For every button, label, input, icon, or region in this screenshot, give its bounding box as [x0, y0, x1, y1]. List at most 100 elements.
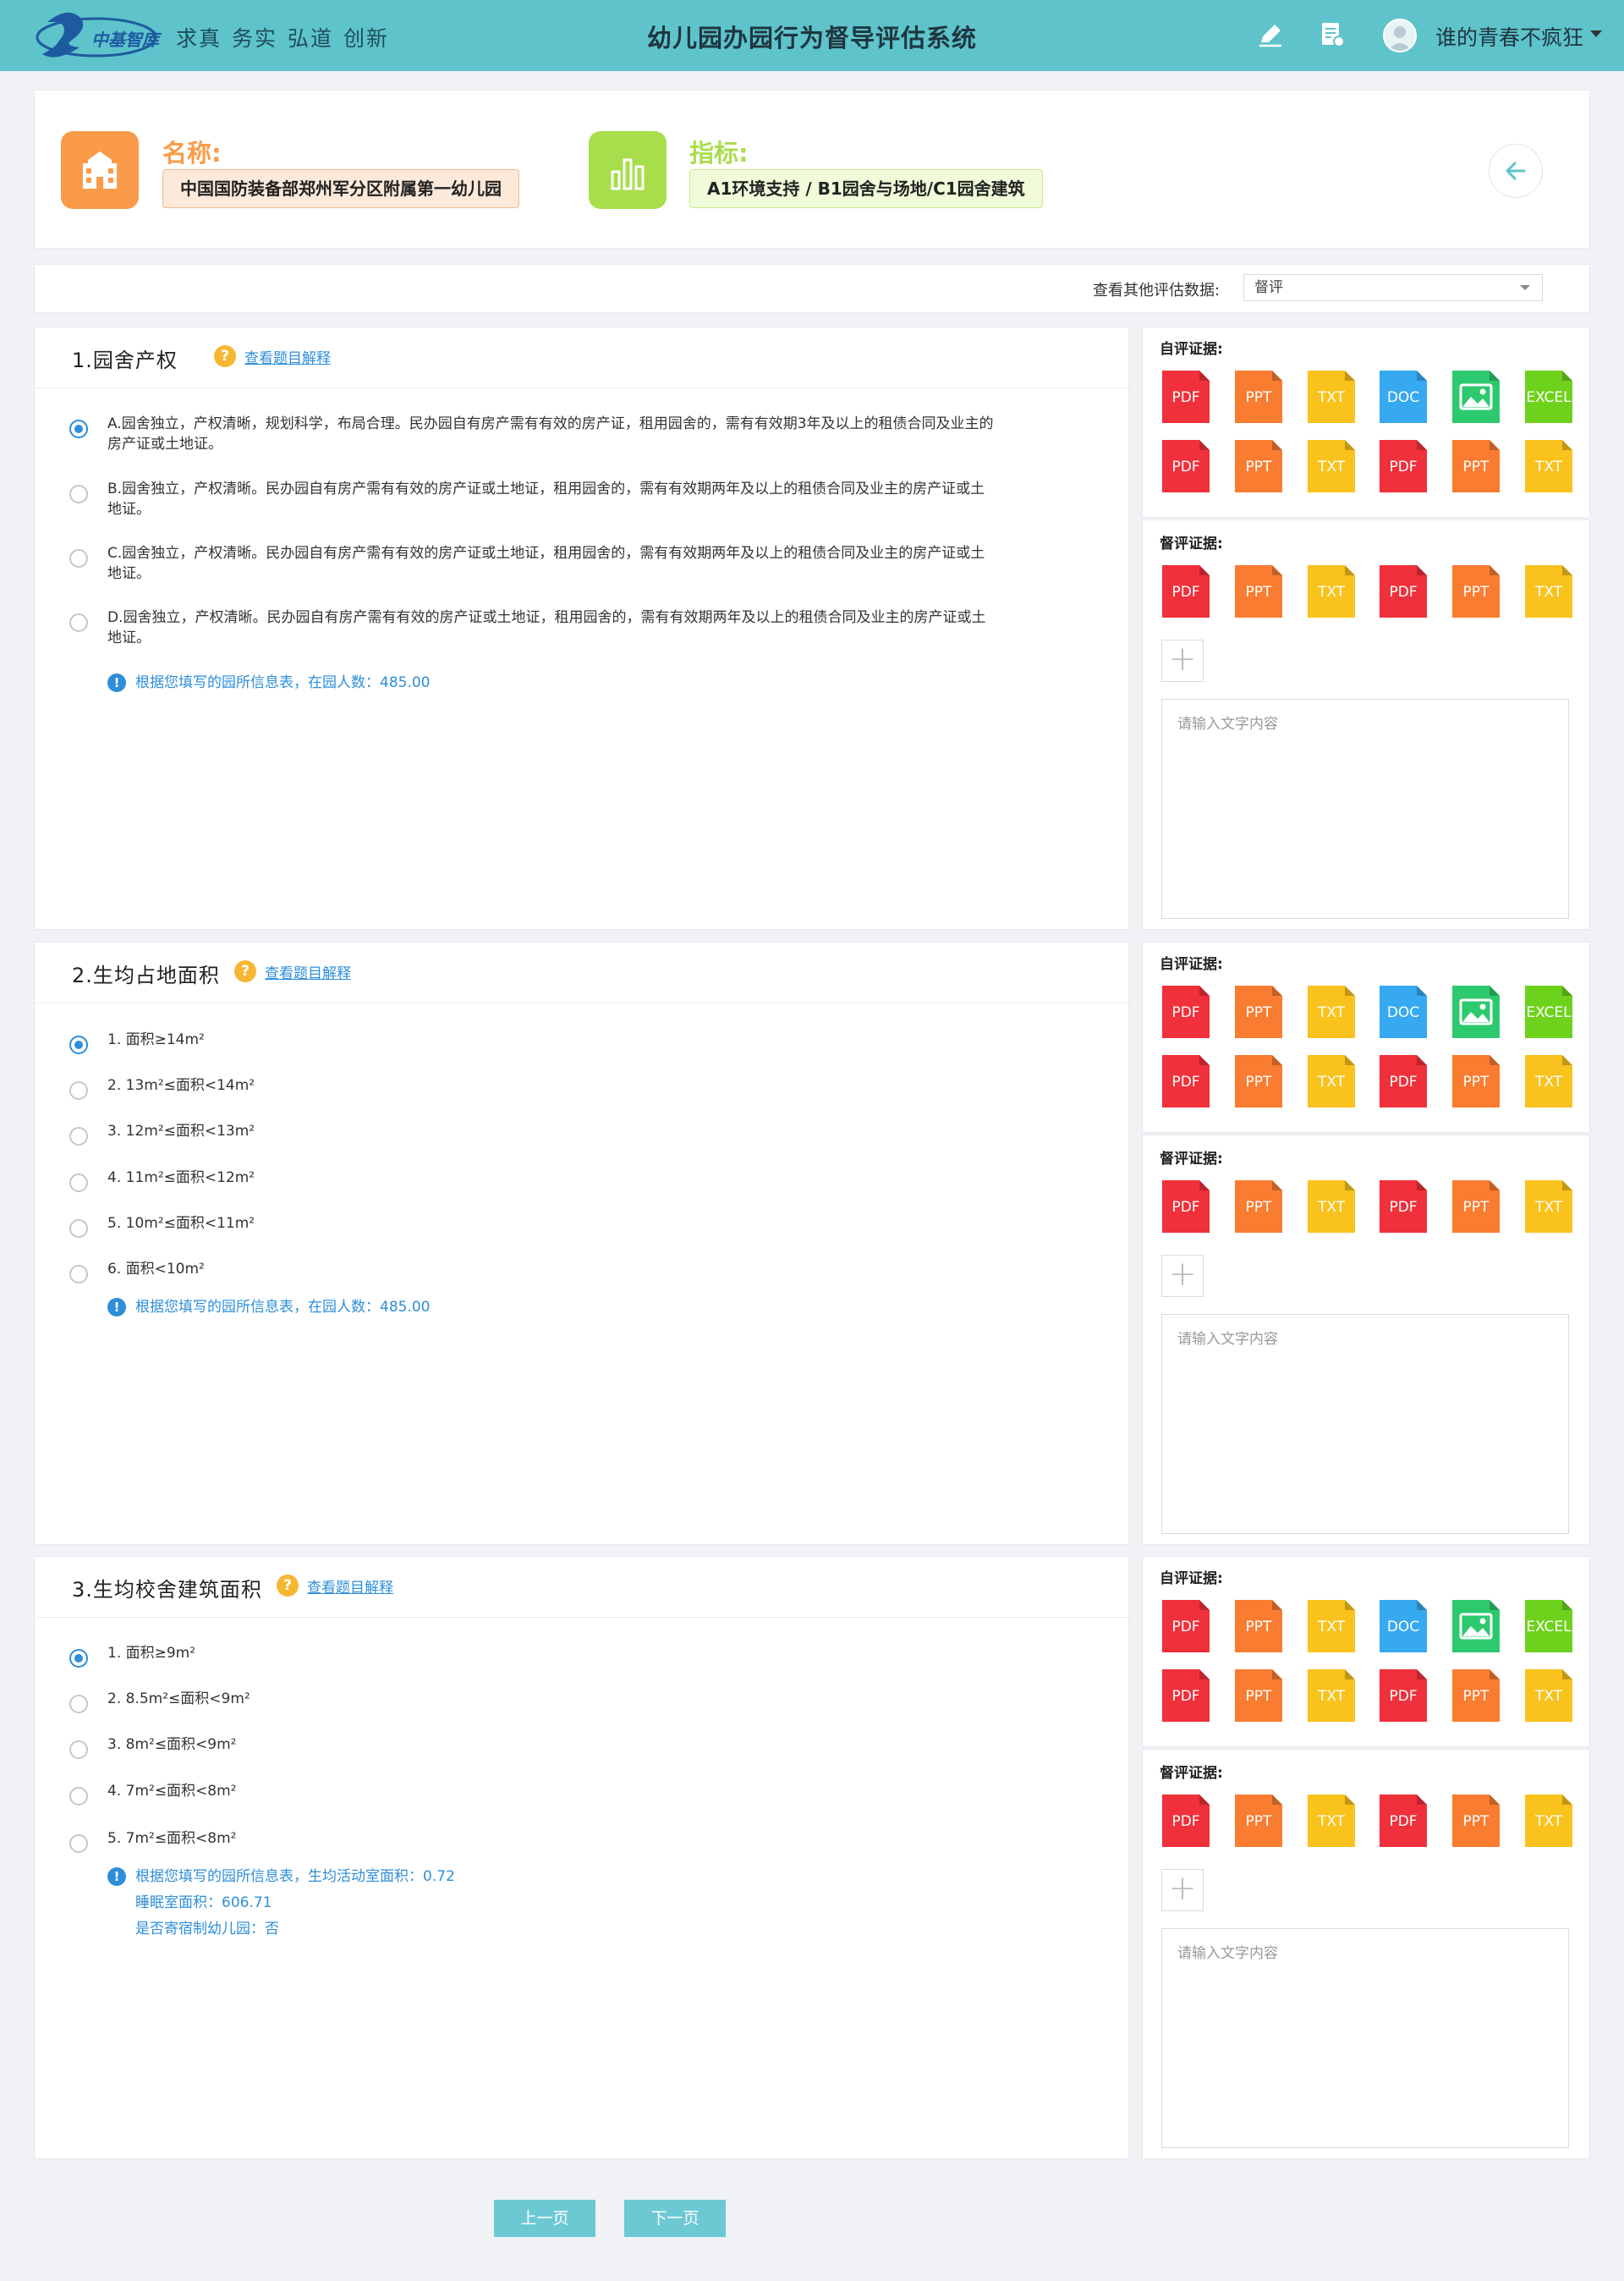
doc-file-icon[interactable]: DOC [1380, 1600, 1427, 1652]
pdf-file-icon[interactable]: PDF [1380, 1669, 1427, 1722]
option-text[interactable]: 3. 8m²≤面积<9m² [107, 1734, 237, 1756]
user-name[interactable]: 谁的青春不疯狂 [1435, 21, 1583, 52]
option-text[interactable]: 2. 13m²≤面积<14m² [107, 1075, 255, 1097]
ppt-file-icon[interactable]: PPT [1452, 1669, 1500, 1722]
option-radio[interactable] [69, 549, 88, 568]
evidence-textarea[interactable]: 请输入文字内容 [1161, 1928, 1569, 2148]
option-text[interactable]: 3. 12m²≤面积<13m² [107, 1120, 255, 1142]
option-radio[interactable] [69, 1036, 88, 1054]
txt-file-icon[interactable]: TXT [1308, 371, 1355, 423]
excel-file-icon[interactable]: EXCEL [1525, 986, 1572, 1038]
txt-file-icon[interactable]: TXT [1308, 1600, 1355, 1652]
ppt-file-icon[interactable]: PPT [1235, 1055, 1282, 1108]
help-icon[interactable]: ? [214, 345, 236, 367]
prev-page-button[interactable]: 上一页 [494, 2200, 595, 2237]
pdf-file-icon[interactable]: PDF [1162, 1180, 1210, 1233]
option-radio[interactable] [69, 1787, 88, 1806]
pdf-file-icon[interactable]: PDF [1162, 1600, 1210, 1652]
option-text[interactable]: 6. 面积<10m² [107, 1258, 205, 1280]
explain-link[interactable]: 查看题目解释 [244, 346, 331, 367]
add-file-button[interactable]: + [1161, 1869, 1204, 1911]
txt-file-icon[interactable]: TXT [1525, 565, 1572, 618]
pdf-file-icon[interactable]: PDF [1162, 1669, 1210, 1722]
option-radio[interactable] [69, 1265, 88, 1283]
option-text[interactable]: D.园舍独立，产权清晰。民办园自有房产需有有效的房产证或土地证，租用园舍的，需有… [107, 607, 986, 629]
txt-file-icon[interactable]: TXT [1308, 1669, 1355, 1722]
option-text-line2[interactable]: 地证。 [107, 498, 151, 520]
ppt-file-icon[interactable]: PPT [1235, 1795, 1282, 1847]
user-menu-caret-icon[interactable] [1590, 30, 1602, 37]
edit-icon[interactable] [1256, 20, 1285, 49]
option-text[interactable]: 4. 11m²≤面积<12m² [107, 1167, 255, 1189]
option-text-line2[interactable]: 地证。 [107, 563, 151, 585]
option-radio[interactable] [69, 1834, 88, 1853]
txt-file-icon[interactable]: TXT [1308, 986, 1355, 1038]
option-radio[interactable] [69, 1219, 88, 1238]
option-text-line2[interactable]: 地证。 [107, 627, 151, 649]
help-icon[interactable]: ? [277, 1575, 299, 1597]
pdf-file-icon[interactable]: PDF [1162, 440, 1210, 492]
image-file-icon[interactable] [1452, 986, 1500, 1038]
next-page-button[interactable]: 下一页 [624, 2200, 726, 2237]
ppt-file-icon[interactable]: PPT [1235, 1180, 1282, 1233]
option-text[interactable]: A.园舍独立，产权清晰，规划科学，布局合理。民办园自有房产需有有效的房产证，租用… [107, 413, 994, 435]
ppt-file-icon[interactable]: PPT [1235, 1600, 1282, 1652]
option-text[interactable]: 1. 面积≥14m² [107, 1029, 205, 1051]
pdf-file-icon[interactable]: PDF [1162, 565, 1210, 618]
txt-file-icon[interactable]: TXT [1308, 1180, 1355, 1233]
add-file-button[interactable]: + [1161, 640, 1204, 682]
explain-link[interactable]: 查看题目解释 [265, 961, 351, 982]
ppt-file-icon[interactable]: PPT [1452, 565, 1500, 618]
back-button[interactable] [1489, 144, 1543, 198]
pdf-file-icon[interactable]: PDF [1162, 1055, 1210, 1108]
pdf-file-icon[interactable]: PDF [1380, 1795, 1427, 1847]
txt-file-icon[interactable]: TXT [1525, 1180, 1572, 1233]
ppt-file-icon[interactable]: PPT [1235, 371, 1282, 423]
image-file-icon[interactable] [1452, 1600, 1500, 1652]
txt-file-icon[interactable]: TXT [1308, 1795, 1355, 1847]
pdf-file-icon[interactable]: PDF [1162, 1795, 1210, 1847]
evidence-textarea[interactable]: 请输入文字内容 [1161, 699, 1569, 919]
explain-link[interactable]: 查看题目解释 [307, 1575, 393, 1597]
txt-file-icon[interactable]: TXT [1525, 1055, 1572, 1108]
help-icon[interactable]: ? [234, 960, 256, 982]
evidence-textarea[interactable]: 请输入文字内容 [1161, 1314, 1569, 1534]
ppt-file-icon[interactable]: PPT [1452, 440, 1500, 492]
add-file-button[interactable]: + [1161, 1255, 1204, 1297]
excel-file-icon[interactable]: EXCEL [1525, 1600, 1572, 1652]
option-radio[interactable] [69, 1695, 88, 1713]
ppt-file-icon[interactable]: PPT [1452, 1795, 1500, 1847]
pdf-file-icon[interactable]: PDF [1380, 565, 1427, 618]
ppt-file-icon[interactable]: PPT [1235, 986, 1282, 1038]
option-radio[interactable] [69, 1127, 88, 1146]
doc-file-icon[interactable]: DOC [1380, 371, 1427, 423]
option-radio[interactable] [69, 1740, 88, 1759]
evaluation-select[interactable]: 督评 [1243, 274, 1543, 301]
option-text-line2[interactable]: 房产证或土地证。 [107, 433, 222, 455]
option-radio[interactable] [69, 485, 88, 503]
document-icon[interactable] [1318, 20, 1347, 49]
excel-file-icon[interactable]: EXCEL [1525, 371, 1572, 423]
option-text[interactable]: 1. 面积≥9m² [107, 1642, 195, 1664]
txt-file-icon[interactable]: TXT [1308, 565, 1355, 618]
option-text[interactable]: C.园舍独立，产权清晰。民办园自有房产需有有效的房产证或土地证，租用园舍的，需有… [107, 542, 985, 564]
txt-file-icon[interactable]: TXT [1525, 1795, 1572, 1847]
txt-file-icon[interactable]: TXT [1308, 440, 1355, 492]
option-radio[interactable] [69, 613, 88, 632]
doc-file-icon[interactable]: DOC [1380, 986, 1427, 1038]
option-text[interactable]: 5. 7m²≤面积<8m² [107, 1828, 237, 1850]
option-radio[interactable] [69, 420, 88, 438]
option-radio[interactable] [69, 1081, 88, 1100]
txt-file-icon[interactable]: TXT [1308, 1055, 1355, 1108]
pdf-file-icon[interactable]: PDF [1380, 1180, 1427, 1233]
user-avatar[interactable] [1383, 19, 1417, 52]
pdf-file-icon[interactable]: PDF [1162, 371, 1210, 423]
ppt-file-icon[interactable]: PPT [1235, 1669, 1282, 1722]
txt-file-icon[interactable]: TXT [1525, 440, 1572, 492]
option-radio[interactable] [69, 1173, 88, 1192]
option-text[interactable]: 2. 8.5m²≤面积<9m² [107, 1688, 250, 1710]
pdf-file-icon[interactable]: PDF [1380, 440, 1427, 492]
ppt-file-icon[interactable]: PPT [1235, 565, 1282, 618]
option-radio[interactable] [69, 1649, 88, 1668]
ppt-file-icon[interactable]: PPT [1452, 1180, 1500, 1233]
